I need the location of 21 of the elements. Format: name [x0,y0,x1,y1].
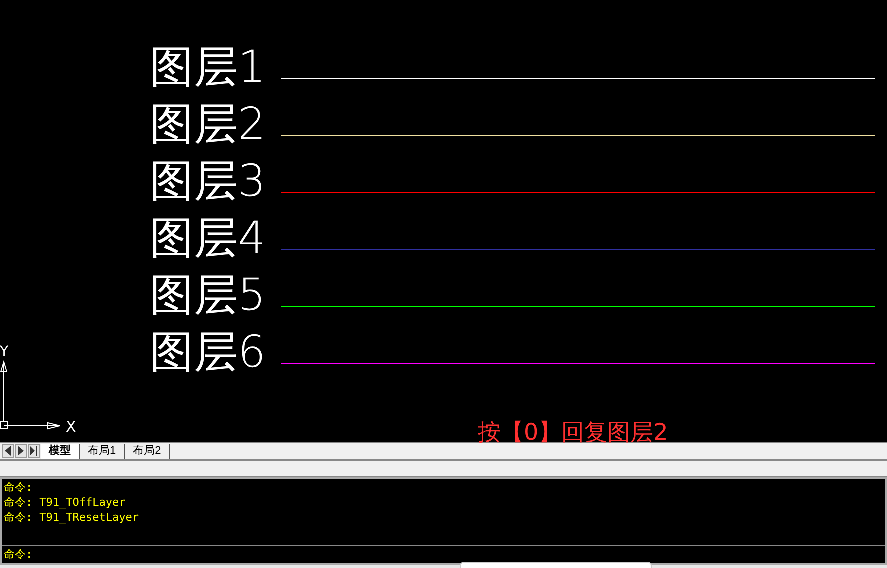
last-tab-button[interactable] [28,444,40,458]
first-tab-button[interactable] [2,444,14,458]
triangle-right-icon [17,446,25,456]
previous-tab-button[interactable] [15,444,27,458]
triangle-left-icon [4,446,12,456]
command-prompt: 命令: [4,481,33,494]
command-prompt: 命令: [4,511,33,524]
y-axis-label: Y [0,344,9,360]
layout-tab[interactable]: 模型 [41,444,80,458]
layer-label: 图层5 [150,271,267,321]
triangle-right-bar-icon [30,446,38,456]
command-prompt: 命令: [4,496,33,509]
layer-label: 图层6 [150,328,267,378]
x-axis-label: X [66,418,76,436]
layer-label: 图层1 [150,43,267,93]
command-text: T91_TResetLayer [40,511,139,524]
command-text: T91_TOffLayer [40,496,126,509]
layer-label: 图层4 [150,214,267,264]
annotation-text: 按【0】回复图层2 [478,419,668,448]
layer-label: 图层3 [150,157,267,207]
layer-label: 图层2 [150,100,267,150]
